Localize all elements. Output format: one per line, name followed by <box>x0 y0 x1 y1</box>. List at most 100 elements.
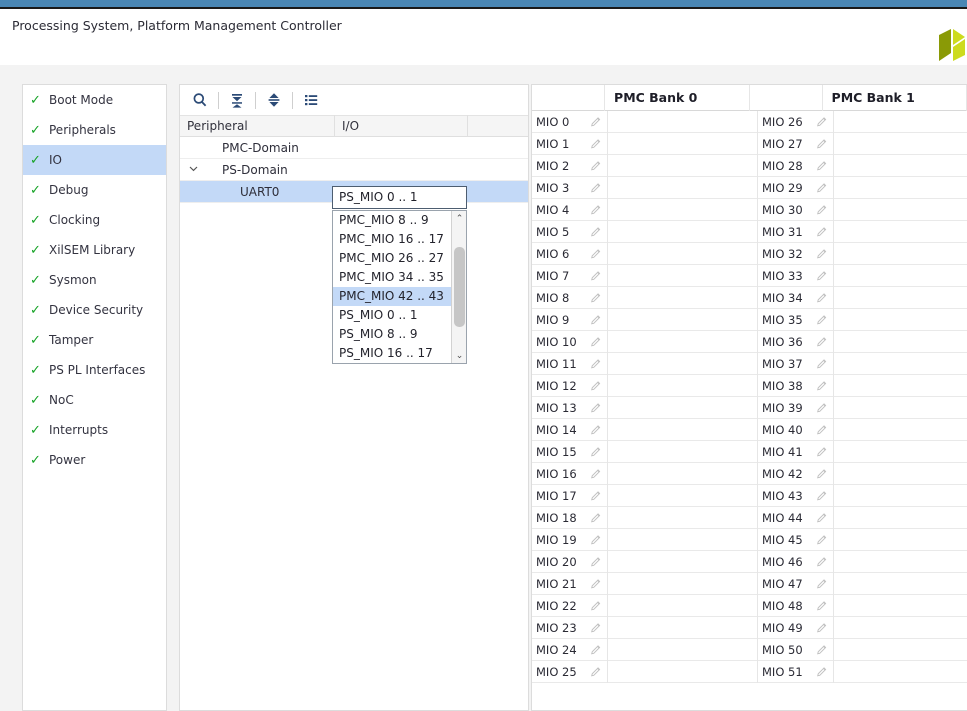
mio-pin-value-cell[interactable] <box>834 419 967 441</box>
pencil-edit-icon[interactable] <box>590 622 602 634</box>
mio-pin-value-cell[interactable] <box>608 133 758 155</box>
pencil-edit-icon[interactable] <box>816 358 828 370</box>
mio-pin-value-cell[interactable] <box>608 375 758 397</box>
mio-pin-value-cell[interactable] <box>608 595 758 617</box>
mio-pin-value-cell[interactable] <box>834 507 967 529</box>
list-item[interactable]: PMC_MIO 8 .. 9 <box>333 211 466 230</box>
pencil-edit-icon[interactable] <box>590 270 602 282</box>
pencil-edit-icon[interactable] <box>590 160 602 172</box>
io-combo-scrollbar[interactable]: ⌃ ⌄ <box>451 211 466 363</box>
mio-pin-value-cell[interactable] <box>834 661 967 683</box>
chevron-down-icon[interactable] <box>186 164 200 176</box>
pencil-edit-icon[interactable] <box>816 556 828 568</box>
table-row[interactable]: MIO 20 <box>532 551 758 573</box>
table-row[interactable]: MIO 32 <box>758 243 967 265</box>
table-row[interactable]: MIO 47 <box>758 573 967 595</box>
mio-pin-value-cell[interactable] <box>608 639 758 661</box>
list-item[interactable]: PS_MIO 0 .. 1 <box>333 306 466 325</box>
mio-pin-value-cell[interactable] <box>834 331 967 353</box>
sidebar-item-ps-pl-interfaces[interactable]: ✓PS PL Interfaces <box>23 355 166 385</box>
mio-pin-value-cell[interactable] <box>834 639 967 661</box>
sidebar-item-tamper[interactable]: ✓Tamper <box>23 325 166 355</box>
sidebar-item-xilsem-library[interactable]: ✓XilSEM Library <box>23 235 166 265</box>
mio-pin-value-cell[interactable] <box>834 551 967 573</box>
pencil-edit-icon[interactable] <box>590 512 602 524</box>
tree-column-peripheral[interactable]: Peripheral <box>180 115 335 137</box>
pencil-edit-icon[interactable] <box>816 666 828 678</box>
search-icon[interactable] <box>186 87 214 113</box>
mio-pin-value-cell[interactable] <box>834 221 967 243</box>
pencil-edit-icon[interactable] <box>816 578 828 590</box>
table-row[interactable]: MIO 12 <box>532 375 758 397</box>
mio-pin-value-cell[interactable] <box>834 309 967 331</box>
mio-pin-value-cell[interactable] <box>608 617 758 639</box>
list-item[interactable]: PS_MIO 16 .. 17 <box>333 344 466 363</box>
mio-pin-value-cell[interactable] <box>608 529 758 551</box>
pencil-edit-icon[interactable] <box>590 402 602 414</box>
pencil-edit-icon[interactable] <box>816 512 828 524</box>
pencil-edit-icon[interactable] <box>590 116 602 128</box>
sidebar-item-io[interactable]: ✓IO <box>23 145 166 175</box>
pencil-edit-icon[interactable] <box>590 182 602 194</box>
mio-pin-value-cell[interactable] <box>834 529 967 551</box>
io-combo-value[interactable]: PS_MIO 0 .. 1 <box>332 186 467 209</box>
list-item[interactable]: PMC_MIO 26 .. 27 <box>333 249 466 268</box>
sidebar-item-noc[interactable]: ✓NoC <box>23 385 166 415</box>
pencil-edit-icon[interactable] <box>816 446 828 458</box>
pencil-edit-icon[interactable] <box>590 666 602 678</box>
sidebar-item-device-security[interactable]: ✓Device Security <box>23 295 166 325</box>
pencil-edit-icon[interactable] <box>816 292 828 304</box>
pencil-edit-icon[interactable] <box>816 402 828 414</box>
table-row[interactable]: MIO 30 <box>758 199 967 221</box>
mio-pin-value-cell[interactable] <box>834 133 967 155</box>
table-row[interactable]: PS-Domain <box>180 159 528 181</box>
pencil-edit-icon[interactable] <box>816 534 828 546</box>
table-row[interactable]: MIO 11 <box>532 353 758 375</box>
mio-pin-value-cell[interactable] <box>834 441 967 463</box>
sidebar-item-boot-mode[interactable]: ✓Boot Mode <box>23 85 166 115</box>
pencil-edit-icon[interactable] <box>816 226 828 238</box>
table-row[interactable]: MIO 19 <box>532 529 758 551</box>
table-row[interactable]: MIO 36 <box>758 331 967 353</box>
mio-pin-value-cell[interactable] <box>834 463 967 485</box>
mio-pin-value-cell[interactable] <box>834 595 967 617</box>
pencil-edit-icon[interactable] <box>816 336 828 348</box>
table-row[interactable]: MIO 4 <box>532 199 758 221</box>
pencil-edit-icon[interactable] <box>590 534 602 546</box>
mio-pin-value-cell[interactable] <box>834 485 967 507</box>
mio-pin-value-cell[interactable] <box>834 287 967 309</box>
pencil-edit-icon[interactable] <box>590 380 602 392</box>
panel-splitter[interactable] <box>167 84 179 711</box>
table-row[interactable]: MIO 23 <box>532 617 758 639</box>
table-row[interactable]: MIO 22 <box>532 595 758 617</box>
table-row[interactable]: MIO 26 <box>758 111 967 133</box>
list-item[interactable]: PMC_MIO 34 .. 35 <box>333 268 466 287</box>
mio-pin-value-cell[interactable] <box>608 397 758 419</box>
table-row[interactable]: MIO 6 <box>532 243 758 265</box>
table-row[interactable]: MIO 27 <box>758 133 967 155</box>
table-row[interactable]: MIO 48 <box>758 595 967 617</box>
mio-pin-value-cell[interactable] <box>608 507 758 529</box>
table-row[interactable]: MIO 17 <box>532 485 758 507</box>
mio-pin-value-cell[interactable] <box>608 419 758 441</box>
pencil-edit-icon[interactable] <box>590 292 602 304</box>
table-row[interactable]: MIO 24 <box>532 639 758 661</box>
collapse-all-icon[interactable] <box>223 87 251 113</box>
table-row[interactable]: MIO 49 <box>758 617 967 639</box>
table-row[interactable]: MIO 37 <box>758 353 967 375</box>
scroll-down-arrow-icon[interactable]: ⌄ <box>452 348 467 363</box>
pencil-edit-icon[interactable] <box>590 226 602 238</box>
pencil-edit-icon[interactable] <box>590 600 602 612</box>
table-row[interactable]: MIO 42 <box>758 463 967 485</box>
table-row[interactable]: MIO 14 <box>532 419 758 441</box>
table-row[interactable]: MIO 9 <box>532 309 758 331</box>
pencil-edit-icon[interactable] <box>816 644 828 656</box>
mio-pin-value-cell[interactable] <box>608 485 758 507</box>
pencil-edit-icon[interactable] <box>590 424 602 436</box>
mio-pin-value-cell[interactable] <box>608 177 758 199</box>
table-row[interactable]: MIO 46 <box>758 551 967 573</box>
table-row[interactable]: MIO 2 <box>532 155 758 177</box>
tree-node-io-cell[interactable] <box>335 137 468 159</box>
table-row[interactable]: PMC-Domain <box>180 137 528 159</box>
pencil-edit-icon[interactable] <box>816 248 828 260</box>
